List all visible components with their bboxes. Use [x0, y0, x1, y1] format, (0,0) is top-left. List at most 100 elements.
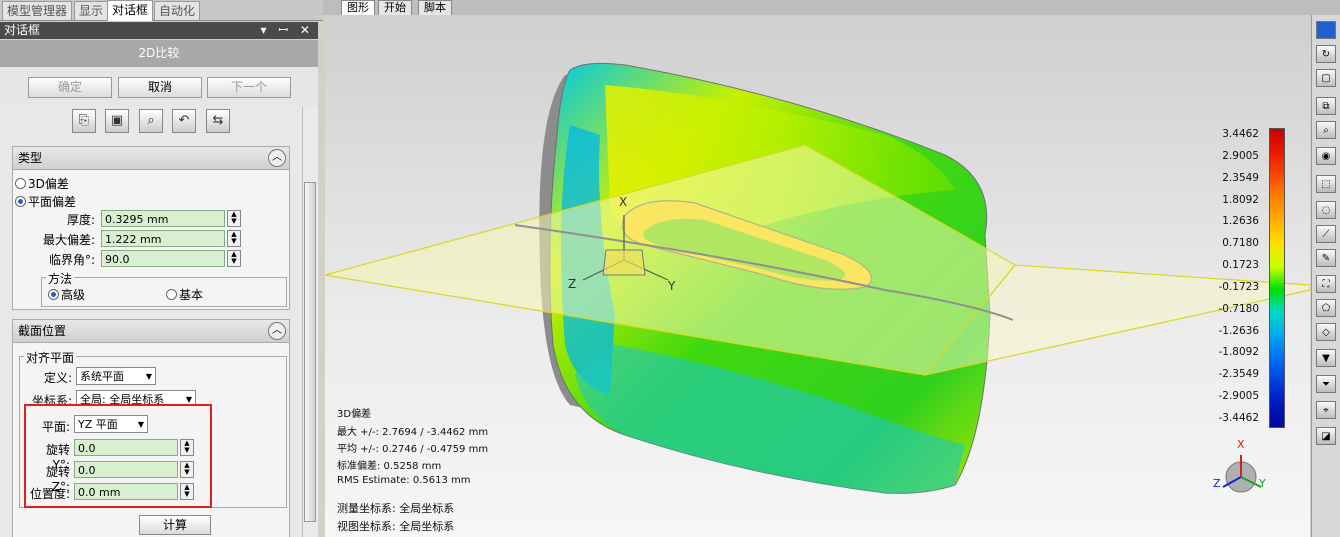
tab-model-manager[interactable]: 模型管理器 — [2, 1, 73, 20]
max-deviation-spinner[interactable]: ▲ ▼ — [227, 230, 241, 247]
method-group: 方法 高级 基本 — [41, 270, 287, 307]
section-position-header[interactable]: 截面位置 ︿ — [13, 320, 289, 343]
save-icon[interactable]: ▣ — [105, 109, 129, 133]
critical-angle-label: 临界角°: — [48, 253, 95, 267]
stats-rms: RMS Estimate: 0.5613 mm — [337, 475, 471, 486]
stats-title: 3D偏差 — [337, 409, 372, 420]
radio-3d-deviation[interactable]: 3D偏差 — [15, 175, 69, 192]
rotate-z-field[interactable]: 0.0 — [74, 461, 178, 478]
funnel-icon[interactable]: ⏷ — [1316, 375, 1336, 393]
tab-script[interactable]: 脚本 — [418, 0, 452, 16]
new-page-icon[interactable]: ⎘ — [72, 109, 96, 133]
zoom-fit-icon[interactable]: ⌕ — [139, 109, 163, 133]
select-polygon-icon[interactable]: ⬠ — [1316, 299, 1336, 317]
layers-icon[interactable]: ⧉ — [1316, 97, 1336, 115]
tab-graphics[interactable]: 图形 — [341, 0, 375, 16]
panel-header-icons[interactable]: ▾ ꟷ ✕ — [257, 22, 314, 39]
rotate-z-spinner[interactable]: ▲ ▼ — [180, 461, 194, 478]
position-label: 位置度: — [29, 487, 70, 501]
radio-plane-deviation[interactable]: 平面偏差 — [15, 193, 76, 210]
panel-header-title: 对话框 — [4, 23, 41, 37]
legend-tick-label: -1.2636 — [1218, 324, 1259, 337]
tab-automation[interactable]: 自动化 — [154, 1, 201, 20]
legend-tick-label: 2.3549 — [1222, 171, 1259, 184]
view-cube-icon[interactable] — [1316, 21, 1336, 39]
max-deviation-label: 最大偏差: — [42, 233, 95, 247]
view-coordinate-system: 视图坐标系: 全局坐标系 — [337, 520, 455, 533]
graphics-viewport[interactable]: X Z Y 3D偏差 最大 +/-: 2.7694 / -3.4462 mm 平… — [325, 15, 1310, 537]
radio-selected-icon — [15, 196, 26, 207]
tab-dialog[interactable]: 对话框 — [107, 0, 154, 21]
orientation-x-label: X — [1237, 438, 1245, 451]
legend-tick-label: 3.4462 — [1222, 128, 1259, 140]
section-position-title: 截面位置 — [18, 324, 67, 338]
compute-button[interactable]: 计算 — [139, 515, 211, 535]
triad-box-icon — [602, 249, 646, 276]
color-legend-ticks: 3.4462 2.9005 2.3549 1.8092 1.2636 0.7180 0.17… — [1213, 128, 1263, 426]
position-field[interactable]: 0.0 mm — [74, 483, 178, 500]
tab-display[interactable]: 显示 — [74, 1, 109, 20]
thickness-spinner[interactable]: ▲ ▼ — [227, 210, 241, 227]
max-deviation-field[interactable]: 1.222 mm — [101, 230, 225, 247]
dialog-scroll-area: ⎘ ▣ ⌕ ↶ ⇆ 类型 ︿ 3D偏差 平面偏差 厚度: 0.3295 mm ▲… — [0, 107, 318, 537]
select-line-icon[interactable]: ⟋ — [1316, 225, 1336, 243]
ok-button[interactable]: 确定 — [28, 77, 112, 98]
radio-label: 高级 — [61, 288, 86, 302]
rotate-y-field[interactable]: 0.0 — [74, 439, 178, 456]
tab-start[interactable]: 开始 — [378, 0, 412, 16]
define-dropdown[interactable]: 系统平面 — [76, 367, 156, 386]
critical-angle-spinner[interactable]: ▲ ▼ — [227, 250, 241, 267]
radio-label: 平面偏差 — [28, 195, 77, 209]
radio-label: 基本 — [179, 288, 204, 302]
legend-tick-label: -3.4462 — [1218, 412, 1259, 424]
thickness-label: 厚度: — [66, 213, 95, 227]
color-map-icon[interactable]: ◉ — [1316, 147, 1336, 165]
dialog-button-bar: 确定 取消 下一个 — [0, 67, 318, 107]
position-spinner[interactable]: ▲ ▼ — [180, 483, 194, 500]
legend-tick-label: -1.8092 — [1218, 346, 1259, 359]
select-brush-icon[interactable]: ✎ — [1316, 249, 1336, 267]
define-label: 定义: — [43, 371, 72, 385]
plane-settings-highlight: 平面: YZ 平面 旋转 Y°: 0.0 ▲▼ 旋转 Z°: 0.0 ▲▼ 位置… — [24, 404, 212, 508]
type-section-title: 类型 — [18, 151, 43, 165]
select-rectangle-icon[interactable]: ⬚ — [1316, 175, 1336, 193]
critical-angle-field[interactable]: 90.0 — [101, 250, 225, 267]
next-button[interactable]: 下一个 — [207, 77, 291, 98]
legend-tick-label: 0.7180 — [1222, 237, 1259, 250]
axis-z-label: Z — [568, 277, 577, 291]
filter-icon[interactable]: ▼ — [1316, 349, 1336, 367]
legend-tick-label: -2.9005 — [1218, 390, 1259, 403]
legend-tick-label: -2.3549 — [1218, 368, 1259, 381]
thickness-field[interactable]: 0.3295 mm — [101, 210, 225, 227]
rotate-view-icon[interactable]: ↻ — [1316, 45, 1336, 63]
select-vertex-icon[interactable]: ◇ — [1316, 323, 1336, 341]
zoom-icon[interactable]: ⌕ — [1316, 121, 1336, 139]
radio-selected-icon — [48, 289, 59, 300]
undo-icon[interactable]: ↶ — [172, 109, 196, 133]
radio-method-basic[interactable]: 基本 — [166, 286, 203, 303]
collapse-up-icon[interactable]: ︿ — [268, 149, 286, 167]
rotate-y-spinner[interactable]: ▲ ▼ — [180, 439, 194, 456]
select-surface-icon[interactable]: ⛶ — [1316, 275, 1336, 293]
panel-header: 对话框 ▾ ꟷ ✕ — [0, 22, 318, 39]
cancel-button[interactable]: 取消 — [118, 77, 202, 98]
plane-label: 平面: — [41, 420, 70, 434]
legend-tick-label: -0.7180 — [1218, 302, 1259, 315]
legend-tick-label: 0.1723 — [1222, 259, 1259, 272]
radio-method-advanced[interactable]: 高级 — [48, 286, 85, 303]
radio-label: 3D偏差 — [28, 177, 69, 191]
type-section-header[interactable]: 类型 ︿ — [13, 147, 289, 170]
radio-icon — [15, 178, 26, 189]
pin-icon[interactable]: ⌖ — [1316, 401, 1336, 419]
view-tab-strip: 图形 开始 脚本 — [323, 0, 1340, 16]
scrollbar-thumb[interactable] — [304, 182, 316, 522]
view-front-icon[interactable]: ▢ — [1316, 69, 1336, 87]
paint-icon[interactable]: ◪ — [1316, 427, 1336, 445]
collapse-up-icon[interactable]: ︿ — [268, 322, 286, 340]
swap-icon[interactable]: ⇆ — [206, 109, 230, 133]
legend-tick-label: 1.2636 — [1222, 215, 1259, 228]
plane-dropdown[interactable]: YZ 平面 — [74, 415, 148, 434]
align-plane-group-title: 对齐平面 — [24, 349, 77, 366]
dialog-scrollbar[interactable] — [302, 107, 318, 537]
select-lasso-icon[interactable]: ◌ — [1316, 201, 1336, 219]
